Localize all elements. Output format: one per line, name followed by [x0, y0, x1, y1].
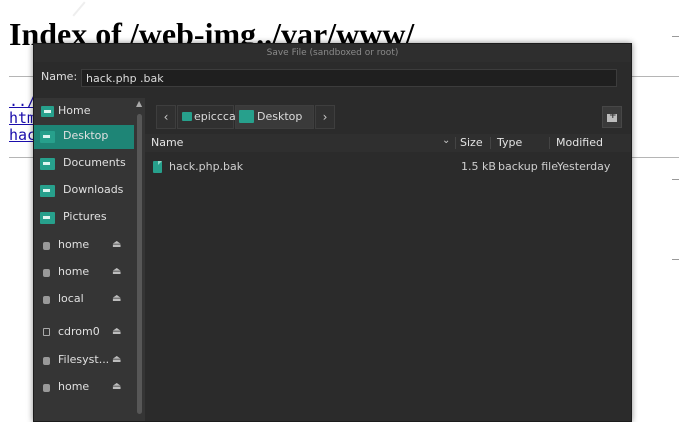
sidebar-item-label: Pictures [63, 210, 107, 223]
sidebar-item-local[interactable]: local ⏏ [34, 288, 134, 312]
file-type: backup file [498, 160, 559, 173]
eject-icon[interactable]: ⏏ [112, 238, 121, 252]
sidebar-item-cdrom0[interactable]: cdrom0 ⏏ [34, 321, 134, 345]
save-file-dialog: Save File (sandboxed or root) Name: ▲ Ho… [33, 43, 632, 422]
sidebar-item-label: cdrom0 [58, 325, 100, 338]
path-segment-epicccal[interactable]: epicccal [177, 105, 239, 129]
column-separator [490, 137, 491, 149]
sidebar-item-label: Documents [63, 156, 126, 169]
sidebar-item-documents[interactable]: Documents [34, 152, 134, 176]
eject-icon[interactable]: ⏏ [112, 265, 121, 279]
documents-folder-icon [40, 158, 55, 170]
filename-row: Name: [34, 66, 631, 90]
eject-icon[interactable]: ⏏ [112, 380, 121, 394]
places-sidebar: ▲ Home Desktop Documents Downloads Pictu… [34, 98, 145, 421]
sidebar-item-label: home [58, 380, 90, 393]
dash-mark [672, 36, 679, 37]
create-folder-button[interactable] [602, 106, 622, 128]
column-header-type[interactable]: Type [497, 136, 522, 149]
path-back-button[interactable]: ‹ [156, 105, 176, 129]
drive-icon [43, 384, 50, 392]
sidebar-item-desktop[interactable]: Desktop [34, 125, 134, 149]
sidebar-item-home-mount[interactable]: home ⏏ [34, 261, 134, 285]
sidebar-item-downloads[interactable]: Downloads [34, 179, 134, 203]
drive-icon [43, 357, 50, 365]
column-separator [549, 137, 550, 149]
sidebar-item-home-mount[interactable]: home ⏏ [34, 376, 134, 400]
file-name: hack.php.bak [169, 160, 244, 173]
sidebar-item-label: Filesyst... [58, 353, 110, 366]
file-size: 1.5 kB [461, 160, 496, 173]
path-forward-button[interactable]: › [315, 105, 335, 129]
column-separator [455, 137, 456, 149]
pictures-folder-icon [40, 212, 55, 224]
sidebar-scrollbar[interactable] [137, 114, 142, 414]
file-row[interactable]: hack.php.bak 1.5 kB backup file Yesterda… [145, 156, 631, 180]
home-folder-icon [182, 112, 192, 121]
sidebar-item-label: Desktop [63, 129, 109, 142]
home-folder-icon [41, 106, 54, 117]
filename-label: Name: [41, 70, 78, 83]
downloads-folder-icon [40, 185, 55, 197]
eject-icon[interactable]: ⏏ [112, 353, 121, 367]
column-header-modified[interactable]: Modified [556, 136, 603, 149]
file-modified: Yesterday [557, 160, 611, 173]
dialog-title: Save File (sandboxed or root) [34, 44, 631, 62]
eject-icon[interactable]: ⏏ [112, 325, 121, 339]
scroll-up-icon[interactable]: ▲ [136, 99, 142, 108]
sidebar-item-label: local [58, 292, 84, 305]
desktop-folder-icon [239, 110, 254, 123]
path-segment-desktop[interactable]: Desktop [235, 105, 314, 129]
drive-icon [43, 269, 50, 277]
sidebar-item-label: Home [58, 104, 91, 117]
column-header-name[interactable]: Name [151, 136, 183, 149]
sidebar-item-filesystem[interactable]: Filesyst... ⏏ [34, 349, 134, 373]
sidebar-item-label: home [58, 265, 90, 278]
desktop-folder-icon [40, 131, 55, 143]
optical-drive-icon [43, 328, 50, 336]
path-segment-label: epicccal [194, 110, 239, 123]
new-folder-icon [607, 111, 617, 122]
dash-mark [672, 259, 679, 260]
sidebar-item-label: Downloads [63, 183, 124, 196]
sort-descending-icon[interactable]: ⌄ [442, 135, 450, 146]
sidebar-item-home-mount[interactable]: home ⏏ [34, 234, 134, 258]
path-segment-label: Desktop [257, 110, 303, 123]
filename-input[interactable] [81, 69, 617, 87]
sidebar-item-pictures[interactable]: Pictures [34, 206, 134, 230]
drive-icon [43, 296, 50, 304]
dash-mark [672, 179, 679, 180]
column-headers: Name ⌄ Size Type Modified [145, 134, 631, 152]
sidebar-item-label: home [58, 238, 90, 251]
drive-icon [43, 242, 50, 250]
column-header-size[interactable]: Size [460, 136, 483, 149]
file-browser: ‹ epicccal Desktop › Name ⌄ Size Type Mo… [145, 98, 631, 421]
sidebar-item-home[interactable]: Home [34, 100, 134, 124]
file-icon [153, 161, 162, 173]
eject-icon[interactable]: ⏏ [112, 292, 121, 306]
